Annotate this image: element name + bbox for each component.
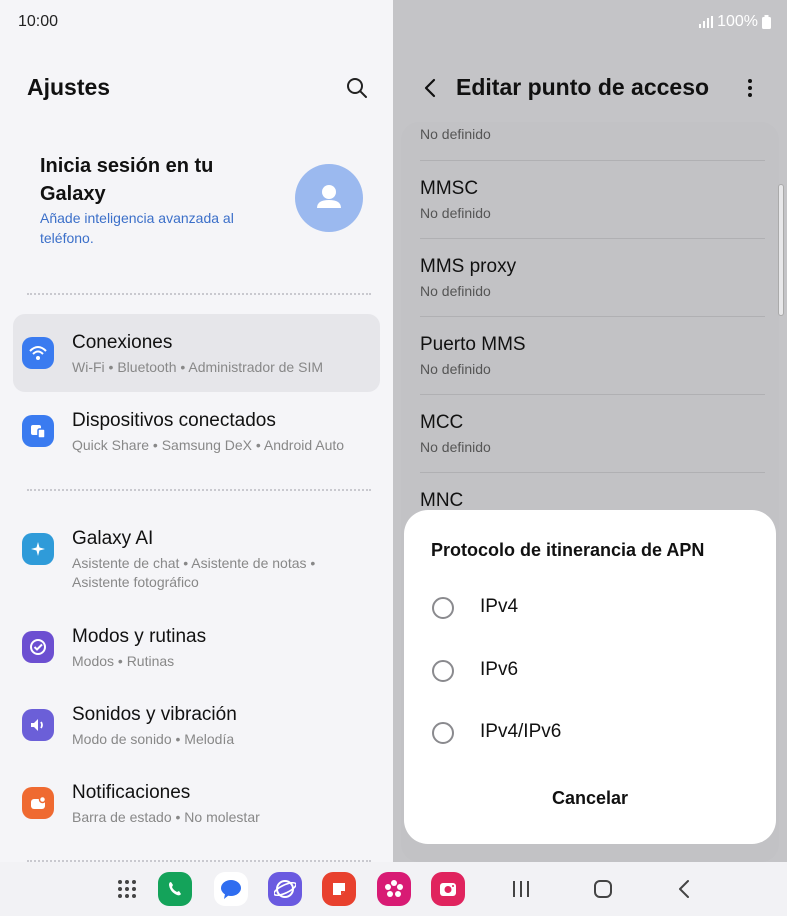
navigation-bar [0,862,787,916]
battery-status: 100% [699,13,771,31]
messages-app-icon[interactable] [214,872,248,906]
page-title: Editar punto de acceso [456,74,710,100]
item-subtitle: Modo de sonido • Melodía [72,731,235,747]
divider [420,238,765,239]
option-ipv4-ipv6[interactable]: IPv4/IPv6 [426,711,756,755]
item-subtitle: Wi-Fi • Bluetooth • Administrador de SIM [72,359,324,375]
settings-item-connections[interactable]: Conexiones Wi-Fi • Bluetooth • Administr… [13,314,380,392]
bell-icon [22,787,54,819]
dialog-title: Protocolo de itinerancia de APN [431,540,705,560]
samsung-account-card[interactable]: Inicia sesión en tu Galaxy Añade intelig… [20,140,375,258]
settings-item-notifications[interactable]: Notificaciones Barra de estado • No mole… [13,764,380,842]
item-title: Modos y rutinas [72,626,207,647]
item-title: Conexiones [72,332,173,353]
field-value: No definido [420,361,491,377]
option-label: IPv4 [480,596,519,617]
field-label: MCC [420,412,464,433]
battery-icon [762,15,771,29]
item-title: Notificaciones [72,782,191,803]
home-icon[interactable] [591,877,615,901]
settings-item-galaxy-ai[interactable]: Galaxy AI Asistente de chat • Asistente … [13,510,380,606]
item-title: Dispositivos conectados [72,410,276,431]
devices-icon [22,415,54,447]
divider [420,316,765,317]
field-value: No definido [420,126,491,142]
settings-item-sounds[interactable]: Sonidos y vibración Modo de sonido • Mel… [13,686,380,764]
field-label: MMS proxy [420,256,517,277]
battery-text: 100% [717,13,758,30]
back-arrow-icon[interactable] [421,78,441,98]
apn-field[interactable]: No definido [420,126,772,142]
cancel-button[interactable]: Cancelar [404,788,776,809]
item-title: Galaxy AI [72,528,154,549]
search-icon[interactable] [345,76,369,100]
item-title: Sonidos y vibración [72,704,237,725]
divider [27,293,371,295]
apn-field-mcc[interactable]: MCC No definido [420,412,772,455]
field-value: No definido [420,283,491,299]
field-label: Puerto MMS [420,334,526,355]
status-time: 10:00 [18,13,59,30]
recent-apps-icon[interactable] [509,877,533,901]
option-ipv4[interactable]: IPv4 [426,586,756,630]
check-circle-icon [22,631,54,663]
field-value: No definido [420,205,491,221]
radio-button[interactable] [432,660,454,682]
item-subtitle: Quick Share • Samsung DeX • Android Auto [72,437,345,453]
app-drawer-icon[interactable] [115,877,139,901]
option-label: IPv6 [480,659,519,680]
settings-pane: 10:00 Ajustes Inicia sesión en tu Galaxy… [0,0,393,862]
field-label: MMSC [420,178,479,199]
apn-field-mnc[interactable]: MNC [420,490,772,512]
person-icon [317,185,341,208]
radio-button[interactable] [432,722,454,744]
radio-button[interactable] [432,597,454,619]
apn-field-mms-proxy[interactable]: MMS proxy No definido [420,256,772,299]
item-subtitle: Modos • Rutinas [72,653,175,669]
camera-app-icon[interactable] [431,872,465,906]
apn-field-mms-port[interactable]: Puerto MMS No definido [420,334,772,377]
apn-field-mmsc[interactable]: MMSC No definido [420,178,772,221]
profile-subtitle: Añade inteligencia avanzada al teléfono. [40,210,234,246]
profile-title: Inicia sesión en tu Galaxy [40,155,214,205]
field-value: No definido [420,439,491,455]
scrollbar[interactable] [778,184,784,316]
divider [420,472,765,473]
sparkle-icon [22,533,54,565]
field-label: MNC [420,490,464,511]
option-ipv6[interactable]: IPv6 [426,649,756,693]
divider [27,489,371,491]
back-icon[interactable] [673,877,697,901]
option-label: IPv4/IPv6 [480,721,562,742]
item-subtitle: Barra de estado • No molestar [72,809,260,825]
roaming-protocol-dialog: Protocolo de itinerancia de APN IPv4 IPv… [404,510,776,844]
phone-app-icon[interactable] [158,872,192,906]
item-subtitle: Asistente de chat • Asistente de notas •… [72,555,316,590]
settings-item-modes-routines[interactable]: Modos y rutinas Modos • Rutinas [13,608,380,686]
page-title: Ajustes [27,74,111,100]
signal-icon [699,16,714,28]
more-options-icon[interactable] [747,78,753,98]
divider [420,160,765,161]
internet-app-icon[interactable] [268,872,302,906]
settings-item-connected-devices[interactable]: Dispositivos conectados Quick Share • Sa… [13,392,380,470]
divider [420,394,765,395]
wifi-icon [22,337,54,369]
avatar[interactable] [295,164,363,232]
speaker-icon [22,709,54,741]
notes-app-icon[interactable] [322,872,356,906]
gallery-app-icon[interactable] [377,872,411,906]
